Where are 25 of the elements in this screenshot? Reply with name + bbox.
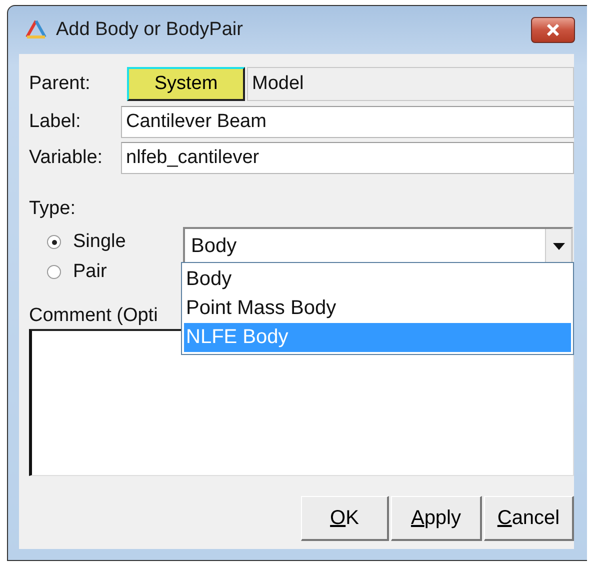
- type-dropdown[interactable]: Body: [183, 227, 573, 265]
- radio-option[interactable]: Single: [47, 227, 183, 257]
- triangle-logo-icon: [24, 19, 48, 41]
- type-label: Type:: [29, 198, 76, 220]
- dialog-button[interactable]: Apply: [391, 496, 482, 541]
- text-field[interactable]: nlfeb_cantilever: [121, 142, 574, 174]
- field-label: Variable:: [29, 147, 104, 169]
- dropdown-arrow-button[interactable]: [545, 229, 571, 263]
- list-item[interactable]: Body: [184, 265, 571, 294]
- text-field[interactable]: Cantilever Beam: [121, 106, 574, 138]
- radio-icon[interactable]: [47, 265, 61, 279]
- close-button[interactable]: [531, 17, 575, 43]
- radio-icon[interactable]: [47, 235, 61, 249]
- field-label: Label:: [29, 111, 82, 133]
- system-button[interactable]: System: [127, 67, 245, 101]
- comment-label: Comment (Opti: [29, 305, 158, 326]
- caret-down-icon[interactable]: [552, 242, 564, 250]
- parent-label: Parent:: [29, 73, 92, 95]
- window-title: Add Body or BodyPair: [56, 19, 244, 41]
- list-item[interactable]: Point Mass Body: [184, 294, 571, 323]
- parent-field: Model: [247, 67, 574, 101]
- dialog-button[interactable]: OK: [301, 496, 389, 541]
- radio-option[interactable]: Pair: [47, 257, 183, 287]
- close-icon[interactable]: [545, 24, 561, 36]
- dialog-button[interactable]: Cancel: [484, 496, 574, 541]
